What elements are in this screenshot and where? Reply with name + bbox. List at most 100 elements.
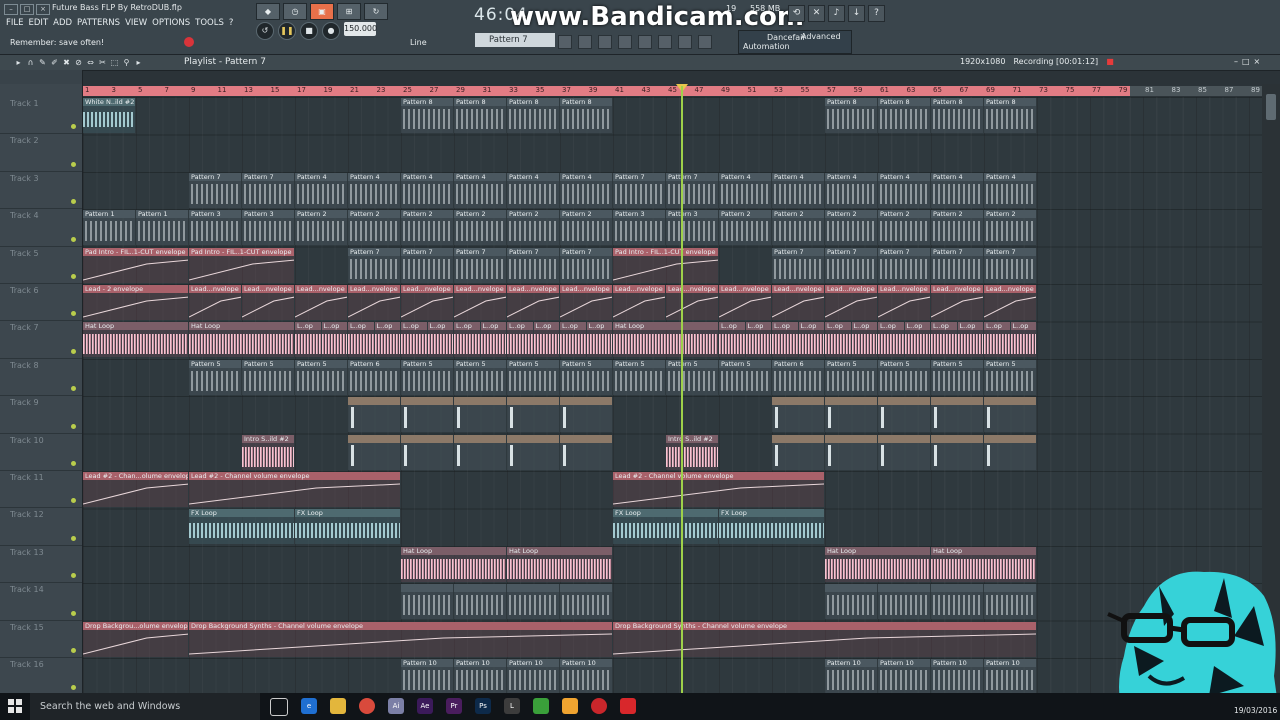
playlist-clip[interactable]: Pattern 10 (878, 659, 930, 694)
playlist-clip[interactable]: Pattern 5 (825, 359, 877, 395)
playlist-clip[interactable]: Pattern 4 (878, 172, 930, 208)
playlist-clip[interactable] (772, 434, 824, 470)
playlist-clip[interactable] (878, 397, 930, 433)
arrow-right-icon[interactable]: ▸ (14, 58, 23, 67)
playlist-clip[interactable]: L..op (507, 322, 533, 358)
track-header[interactable]: Track 8 (0, 359, 82, 397)
playlist-clip[interactable] (772, 397, 824, 433)
play-button[interactable]: ❚❚ (278, 22, 296, 40)
playlist-clip[interactable]: Pattern 10 (931, 659, 983, 694)
automation-panel[interactable]: Dancefair Advanced Automation (738, 30, 852, 54)
live-icon[interactable]: L (504, 698, 520, 714)
blend-icon[interactable]: ⊞ (337, 3, 361, 20)
playlist-clip[interactable]: FX Loop (613, 509, 718, 545)
playlist-clip[interactable]: Pattern 4 (772, 172, 824, 208)
playlist-clip[interactable]: Lead...nvelope (719, 285, 771, 320)
playlist-clip[interactable]: Pattern 8 (507, 98, 559, 133)
playlist-clip[interactable]: Pattern 2 (878, 210, 930, 246)
playlist-clip[interactable] (348, 434, 400, 470)
track-header[interactable]: Track 15 (0, 621, 82, 658)
playlist-clip[interactable]: Pattern 6 (772, 359, 824, 395)
playlist-clip[interactable]: Pattern 7 (242, 172, 294, 208)
track-header[interactable]: Track 5 (0, 247, 82, 284)
playlist-clip[interactable]: Pattern 8 (560, 98, 612, 133)
playlist-clip[interactable]: Hat Loop (507, 546, 612, 582)
playlist-clip[interactable]: Pattern 2 (825, 210, 877, 246)
playlist-clip[interactable]: Pattern 7 (772, 247, 824, 283)
track-enable-icon[interactable] (71, 311, 76, 317)
playlist-clip[interactable]: Lead - 2 envelope (83, 285, 188, 320)
track-enable-icon[interactable] (71, 348, 76, 354)
menu-tools[interactable]: TOOLS (195, 18, 224, 28)
playlist-clip[interactable]: Hat Loop (931, 546, 1036, 582)
playlist-clip[interactable]: Pattern 10 (401, 659, 453, 694)
playlist-clip[interactable] (878, 434, 930, 470)
playlist-clip[interactable]: Pattern 4 (931, 172, 983, 208)
playlist-clip[interactable]: Hat Loop (613, 322, 718, 358)
pencil-icon[interactable]: ✎ (38, 58, 47, 67)
track-enable-icon[interactable] (71, 685, 76, 691)
playlist-clip[interactable]: Pattern 7 (348, 247, 400, 283)
playlist-clip[interactable]: Pattern 7 (825, 247, 877, 283)
playlist-clip[interactable]: Lead...nvelope (560, 285, 612, 320)
timeline-ruler[interactable]: 1 3 5 7 9 11 13 15 17 19 21 23 25 27 29 31 33 35 37 39 41 43 4… (83, 86, 1130, 96)
playlist-clip[interactable] (560, 584, 612, 620)
playlist-clip[interactable]: Pattern 10 (560, 659, 612, 694)
shortcut-icon[interactable]: ⟲ (788, 5, 805, 22)
playlist-clip[interactable]: L..op (745, 322, 771, 358)
track-enable-icon[interactable] (71, 460, 76, 466)
playlist-clip[interactable]: Pattern 7 (560, 247, 612, 283)
playlist-clip[interactable]: L..op (931, 322, 957, 358)
playlist-clip[interactable]: Lead #2 - Channel volume envelope (189, 472, 400, 507)
playlist-clip[interactable]: Lead...nvelope (242, 285, 294, 320)
tools-icon[interactable]: ✕ (808, 5, 825, 22)
track-enable-icon[interactable] (71, 573, 76, 579)
fl-studio-icon[interactable] (562, 698, 578, 714)
playlist-clip[interactable]: Drop Background Synths - Channel volume … (189, 621, 612, 657)
menu-patterns[interactable]: PATTERNS (77, 18, 120, 28)
playlist-clip[interactable]: Lead...nvelope (772, 285, 824, 320)
track-header[interactable]: Track 14 (0, 583, 82, 621)
playlist-clip[interactable]: Pattern 4 (984, 172, 1036, 208)
mute-icon[interactable]: ⊘ (74, 58, 83, 67)
tempo-tapper-icon[interactable] (698, 35, 712, 49)
playlist-clip[interactable]: L..op (984, 322, 1010, 358)
track-header[interactable]: Track 10 (0, 434, 82, 471)
playlist-clip[interactable]: Pattern 7 (613, 172, 665, 208)
playlist-clip[interactable]: L..op (295, 322, 321, 358)
track-enable-icon[interactable] (71, 498, 76, 504)
channel-rack-icon[interactable] (618, 35, 632, 49)
playlist-clip[interactable]: Pattern 7 (931, 247, 983, 283)
help-icon[interactable] (678, 35, 692, 49)
playlist-clip[interactable]: L..op (851, 322, 877, 358)
playlist-clip[interactable]: Pattern 8 (984, 98, 1036, 133)
playlist-clip[interactable]: Pattern 3 (613, 210, 665, 246)
track-enable-icon[interactable] (71, 273, 76, 279)
playlist-clip[interactable]: Pattern 2 (984, 210, 1036, 246)
loop-record-icon[interactable]: ↻ (364, 3, 388, 20)
playlist-clip[interactable]: Pattern 5 (719, 359, 771, 395)
playlist-clip[interactable]: Pattern 7 (878, 247, 930, 283)
playlist-clip[interactable] (825, 434, 877, 470)
track-header[interactable]: Track 3 (0, 172, 82, 210)
mixer-icon[interactable] (638, 35, 652, 49)
playlist-clip[interactable]: Pattern 2 (931, 210, 983, 246)
taskbar-search[interactable]: Search the web and Windows (30, 693, 260, 720)
playlist-clip[interactable]: L..op (904, 322, 930, 358)
track-enable-icon[interactable] (71, 386, 76, 392)
playlist-clip[interactable]: Drop Background Synths - Channel volume … (613, 621, 1036, 657)
task-view-icon[interactable] (270, 698, 288, 716)
maximize-button[interactable]: □ (20, 4, 34, 15)
playlist-clip[interactable]: Lead...nvelope (878, 285, 930, 320)
file-explorer-icon[interactable] (330, 698, 346, 714)
playlist-clip[interactable]: Pattern 4 (348, 172, 400, 208)
playlist-clip[interactable] (931, 584, 983, 620)
minimize-button[interactable]: – (4, 4, 18, 15)
playlist-icon[interactable] (558, 35, 572, 49)
playlist-clip[interactable]: Pattern 5 (984, 359, 1036, 395)
playlist-clip[interactable] (454, 584, 506, 620)
playlist-clip[interactable]: L..op (321, 322, 347, 358)
playlist-clip[interactable]: Lead...nvelope (666, 285, 718, 320)
playlist-clip[interactable]: Pattern 8 (878, 98, 930, 133)
playlist-clip[interactable]: FX Loop (189, 509, 294, 545)
